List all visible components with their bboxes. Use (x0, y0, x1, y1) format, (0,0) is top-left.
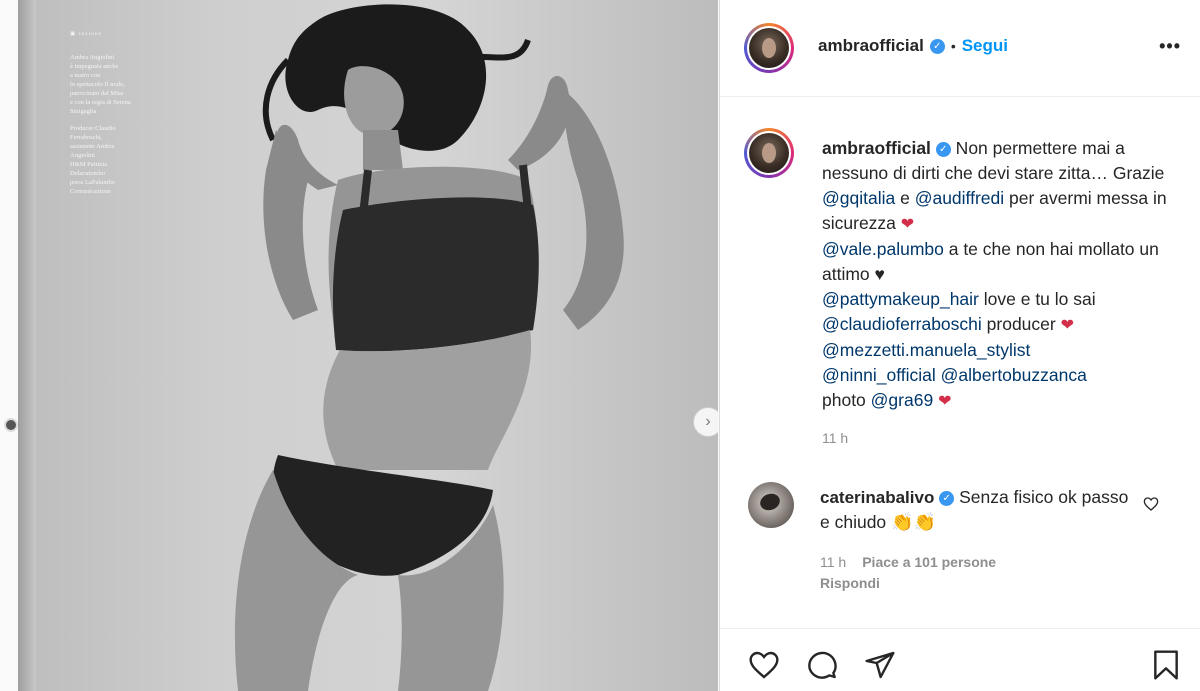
red-heart-emoji-icon: ❤ (1060, 317, 1074, 334)
verified-badge-icon: ✓ (929, 38, 945, 54)
comment-meta: 11 h Piace a 101 persone (820, 554, 996, 570)
clapping-hands-emoji-icon: 👏👏 (891, 512, 936, 532)
mention-link[interactable]: @audiffredi (915, 188, 1004, 208)
mention-link[interactable]: @gqitalia (822, 188, 895, 208)
separator-dot: • (950, 38, 956, 54)
comment-like-heart-icon[interactable] (1143, 496, 1159, 512)
comment-likes-count[interactable]: Piace a 101 persone (862, 554, 996, 570)
comment-bubble-icon[interactable] (806, 649, 838, 681)
caption-line: e (895, 188, 915, 208)
mention-link[interactable]: @pattymakeup_hair (822, 289, 979, 309)
more-options-icon[interactable]: ••• (1159, 36, 1181, 57)
post-timestamp[interactable]: 11 h (822, 430, 848, 446)
mention-link[interactable]: @claudioferraboschi (822, 314, 982, 334)
paper-plane-icon[interactable] (864, 649, 896, 681)
mention-link[interactable]: @vale.palumbo (822, 239, 944, 259)
header-user-info: ambraofficial ✓ • Segui (818, 36, 1008, 56)
caption-username-link[interactable]: ambraofficial (822, 138, 931, 158)
commenter-avatar[interactable] (748, 482, 794, 528)
commenter-username-link[interactable]: caterinabalivo (820, 488, 934, 507)
author-avatar-image (749, 28, 789, 68)
reply-button[interactable]: Rispondi (820, 575, 880, 591)
follow-button[interactable]: Segui (962, 36, 1008, 56)
post-header: ambraofficial ✓ • Segui ••• (720, 0, 1200, 97)
heart-outline-icon[interactable] (748, 649, 780, 681)
comment-text: caterinabalivo ✓ Senza fisico ok passo e… (820, 485, 1140, 535)
next-photo-button[interactable]: › (693, 407, 718, 437)
comment-time[interactable]: 11 h (820, 554, 846, 570)
instagram-post-page: ▣ sezione Ambra Angiolini è impegnata an… (0, 0, 1200, 691)
mention-link[interactable]: @ninni_official (822, 365, 936, 385)
black-heart-icon: ♥ (874, 264, 885, 284)
mention-link[interactable]: @gra69 (871, 390, 934, 410)
caption-text: ambraofficial ✓ Non permettere mai a nes… (822, 136, 1182, 414)
caption-line: Grazie (1112, 163, 1165, 183)
chevron-right-icon: › (705, 413, 711, 430)
caption-avatar-image (749, 133, 789, 173)
verified-badge-icon: ✓ (939, 490, 955, 506)
mention-link[interactable]: @mezzetti.manuela_stylist (822, 340, 1030, 360)
author-username-link[interactable]: ambraofficial (818, 36, 924, 56)
scroll-indicator-dot[interactable] (4, 418, 18, 432)
post-side-panel: ambraofficial ✓ • Segui ••• ambraofficia… (719, 0, 1200, 691)
verified-badge-icon: ✓ (935, 141, 951, 157)
post-action-bar (720, 628, 1200, 691)
red-heart-emoji-icon: ❤ (938, 393, 952, 410)
author-avatar[interactable] (744, 23, 794, 73)
caption-line: producer (981, 314, 1061, 334)
caption-line: photo (822, 390, 871, 410)
left-gutter (0, 0, 18, 691)
red-heart-emoji-icon: ❤ (900, 216, 915, 233)
woman-figure-illustration (234, 4, 624, 691)
bookmark-icon[interactable] (1150, 649, 1182, 681)
mention-link[interactable]: @albertobuzzanca (941, 365, 1087, 385)
caption-line: love e tu lo sai (978, 289, 1096, 309)
caption-author-avatar[interactable] (744, 128, 794, 178)
post-photo[interactable]: ▣ sezione Ambra Angiolini è impegnata an… (18, 0, 718, 691)
